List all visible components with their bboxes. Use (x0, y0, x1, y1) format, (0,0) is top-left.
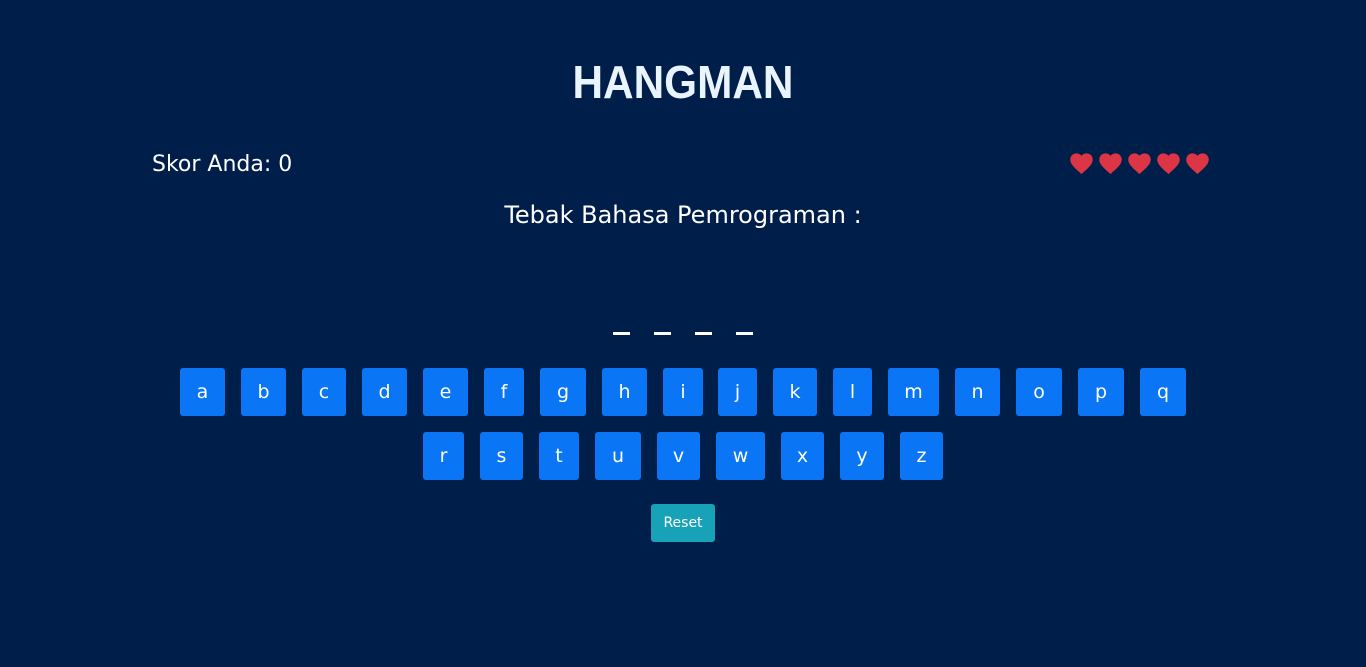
key-i[interactable]: i (663, 368, 703, 416)
key-f[interactable]: f (484, 368, 524, 416)
key-p[interactable]: p (1078, 368, 1124, 416)
question-prompt: Tebak Bahasa Pemrograman : (504, 201, 862, 229)
key-c[interactable]: c (302, 368, 346, 416)
key-h[interactable]: h (602, 368, 647, 416)
key-e[interactable]: e (423, 368, 468, 416)
key-m[interactable]: m (888, 368, 939, 416)
lives-display (1068, 150, 1211, 177)
key-v[interactable]: v (657, 432, 700, 480)
key-q[interactable]: q (1140, 368, 1186, 416)
key-n[interactable]: n (955, 368, 1000, 416)
key-z[interactable]: z (900, 432, 943, 480)
key-t[interactable]: t (539, 432, 579, 480)
key-k[interactable]: k (773, 368, 817, 416)
key-r[interactable]: r (423, 432, 464, 480)
key-j[interactable]: j (718, 368, 757, 416)
key-s[interactable]: s (480, 432, 523, 480)
key-g[interactable]: g (540, 368, 586, 416)
key-d[interactable]: d (362, 368, 407, 416)
key-a[interactable]: a (180, 368, 225, 416)
letter-blank (695, 332, 712, 335)
score-label: Skor Anda: 0 (152, 152, 293, 177)
key-o[interactable]: o (1016, 368, 1062, 416)
letter-blank (613, 332, 630, 335)
heart-icon (1097, 150, 1124, 177)
key-w[interactable]: w (716, 432, 765, 480)
heart-icon (1068, 150, 1095, 177)
heart-icon (1155, 150, 1182, 177)
reset-button[interactable]: Reset (651, 504, 715, 542)
key-l[interactable]: l (833, 368, 872, 416)
key-y[interactable]: y (840, 432, 884, 480)
word-display (0, 318, 1366, 335)
page-title: HANGMAN (572, 56, 794, 108)
hangman-page: HANGMAN Skor Anda: 0 Tebak Bahasa Pemrog… (0, 0, 1366, 667)
letter-blank (736, 332, 753, 335)
heart-icon (1126, 150, 1153, 177)
key-b[interactable]: b (241, 368, 286, 416)
key-u[interactable]: u (595, 432, 641, 480)
heart-icon (1184, 150, 1211, 177)
key-x[interactable]: x (781, 432, 824, 480)
letter-blank (654, 332, 671, 335)
